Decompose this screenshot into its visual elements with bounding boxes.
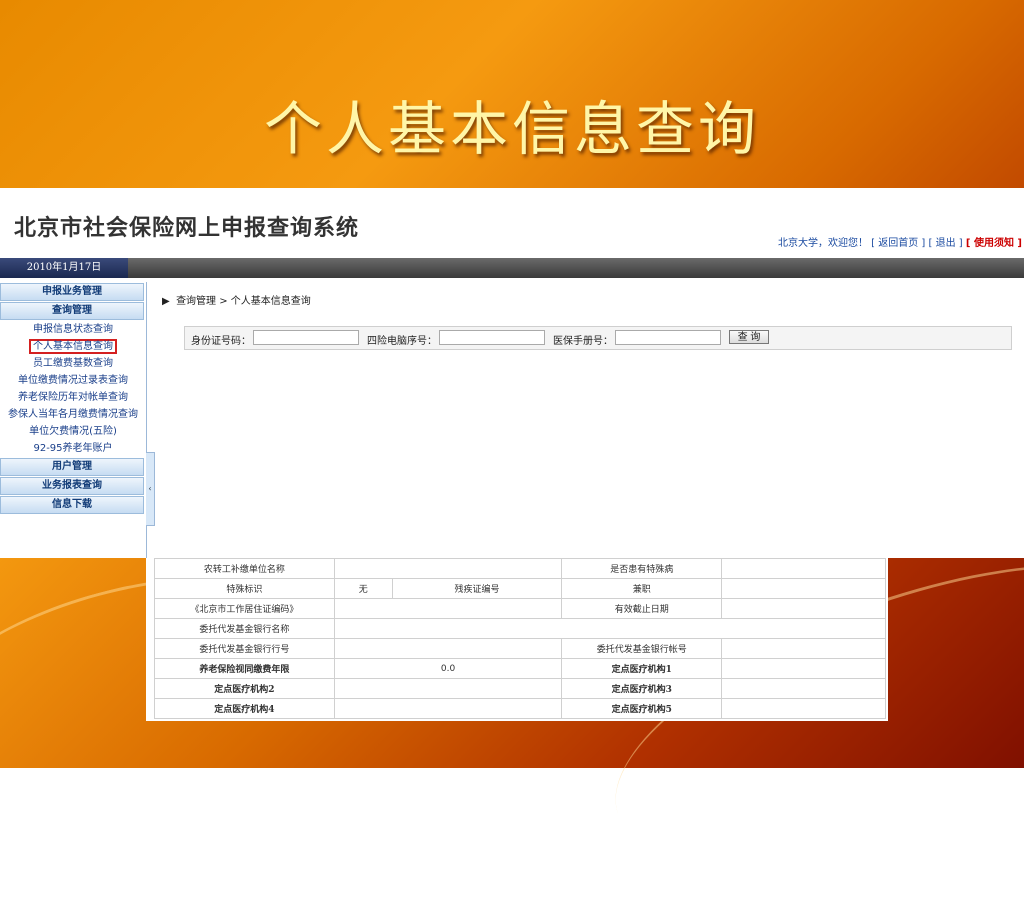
slide-title: 个人基本信息查询 [263, 95, 760, 163]
table-cell [333, 618, 887, 639]
sidebar-item-personal-info[interactable]: 个人基本信息查询 [0, 338, 146, 355]
sidebar: 申报业务管理 查询管理 申报信息状态查询 个人基本信息查询 员工缴费基数查询 单… [0, 282, 147, 558]
table-cell: 无 [333, 578, 393, 599]
breadcrumb-arrow-icon: ▶ [162, 296, 170, 307]
menu-section-users[interactable]: 用户管理 [0, 458, 144, 476]
sidebar-item-payment-base[interactable]: 员工缴费基数查询 [0, 355, 146, 372]
table-cell: 定点医疗机构5 [561, 698, 723, 719]
sidebar-item-monthly-payment[interactable]: 参保人当年各月缴费情况查询 [0, 406, 146, 423]
table-cell: 定点医疗机构3 [561, 678, 723, 699]
table-cell [721, 658, 886, 679]
sidebar-item-pension-statement[interactable]: 养老保险历年对帐单查询 [0, 389, 146, 406]
table-cell [721, 558, 886, 579]
sidebar-item-label: 员工缴费基数查询 [33, 358, 113, 369]
table-cell: 有效截止日期 [561, 598, 723, 619]
sidebar-item-unit-payment[interactable]: 单位缴费情况过录表查询 [0, 372, 146, 389]
pc-number-label: 四险电脑序号： [367, 336, 437, 347]
table-row: 定点医疗机构2 定点医疗机构3 [154, 678, 886, 699]
home-link[interactable]: [ 返回首页 ] [871, 238, 925, 249]
table-cell [721, 678, 886, 699]
table-cell: 《北京市工作居住证编码》 [154, 598, 335, 619]
table-cell: 定点医疗机构2 [154, 678, 335, 699]
table-cell: 委托代发基金银行帐号 [561, 638, 723, 659]
sidebar-item-pension-account[interactable]: 92-95养老年账户 [0, 440, 146, 457]
sidebar-item-label: 单位缴费情况过录表查询 [18, 375, 128, 386]
welcome-bar: 北京大学，欢迎您！ [ 返回首页 ] [ 退出 ] [ 使用须知 ] [778, 234, 1022, 249]
table-cell [333, 638, 563, 659]
table-cell: 委托代发基金银行行号 [154, 638, 335, 659]
current-date: 2010年1月17日 [0, 258, 128, 278]
table-cell: 兼职 [561, 578, 723, 599]
table-cell [333, 598, 563, 619]
id-number-input[interactable] [253, 330, 359, 345]
id-number-label: 身份证号码： [191, 336, 251, 347]
notice-link[interactable]: [ 使用须知 ] [966, 238, 1022, 249]
table-cell [721, 598, 886, 619]
menu-section-query[interactable]: 查询管理 [0, 302, 144, 320]
table-cell [721, 638, 886, 659]
sidebar-item-unit-arrears[interactable]: 单位欠费情况(五险) [0, 423, 146, 440]
chevron-left-icon: ‹ [148, 484, 152, 493]
sidebar-item-label: 参保人当年各月缴费情况查询 [8, 409, 138, 420]
table-row: 农转工补缴单位名称 是否患有特殊病 [154, 558, 886, 579]
sidebar-item-label: 92-95养老年账户 [33, 443, 113, 454]
breadcrumb-text: 查询管理 > 个人基本信息查询 [176, 296, 311, 307]
table-cell [721, 578, 886, 599]
app-window: 北京市社会保险网上申报查询系统 北京大学，欢迎您！ [ 返回首页 ] [ 退出 … [0, 188, 1024, 558]
info-table: 农转工补缴单位名称 是否患有特殊病 特殊标识无残疾证编号 兼职 《北京市工作居住证编码》… [154, 558, 887, 719]
menu-section-download[interactable]: 信息下载 [0, 496, 144, 514]
sidebar-item-declare-status[interactable]: 申报信息状态查询 [0, 321, 146, 338]
table-row: 委托代发基金银行行号 委托代发基金银行帐号 [154, 638, 886, 659]
sidebar-collapse-handle[interactable]: ‹ [146, 452, 155, 526]
date-bar: 2010年1月17日 [0, 258, 1024, 278]
sidebar-item-label: 申报信息状态查询 [33, 324, 113, 335]
table-cell: 特殊标识 [154, 578, 335, 599]
table-cell [333, 678, 563, 699]
table-cell: 定点医疗机构1 [561, 658, 723, 679]
app-logo: 北京市社会保险网上申报查询系统 [14, 216, 360, 241]
sidebar-item-label: 单位欠费情况(五险) [29, 426, 117, 437]
query-button[interactable]: 查 询 [729, 330, 769, 344]
info-panel: 农转工补缴单位名称 是否患有特殊病 特殊标识无残疾证编号 兼职 《北京市工作居住证编码》… [146, 558, 888, 721]
table-row: 《北京市工作居住证编码》 有效截止日期 [154, 598, 886, 619]
table-row: 委托代发基金银行名称 [154, 618, 887, 639]
logout-link[interactable]: [ 退出 ] [929, 238, 963, 249]
pc-number-input[interactable] [439, 330, 545, 345]
table-cell: 养老保险视同缴费年限 [154, 658, 335, 679]
table-row: 定点医疗机构4 定点医疗机构5 [154, 698, 886, 719]
table-cell [333, 698, 563, 719]
table-row: 特殊标识无残疾证编号 兼职 [154, 578, 886, 599]
welcome-text: 北京大学，欢迎您！ [777, 238, 868, 249]
table-cell: 0.0 [333, 658, 563, 679]
breadcrumb: ▶ 查询管理 > 个人基本信息查询 [162, 292, 311, 307]
table-cell: 残疾证编号 [391, 578, 563, 599]
med-number-label: 医保手册号： [553, 336, 613, 347]
table-cell: 是否患有特殊病 [561, 558, 723, 579]
sidebar-item-label: 养老保险历年对帐单查询 [18, 392, 128, 403]
table-cell: 委托代发基金银行名称 [154, 618, 335, 639]
table-cell [333, 558, 563, 579]
table-cell: 农转工补缴单位名称 [154, 558, 335, 579]
search-bar: 身份证号码： 四险电脑序号： 医保手册号： 查 询 [184, 326, 1012, 350]
table-cell: 定点医疗机构4 [154, 698, 335, 719]
table-row: 养老保险视同缴费年限 0.0 定点医疗机构1 [154, 658, 886, 679]
menu-section-declare[interactable]: 申报业务管理 [0, 283, 144, 301]
table-cell [721, 698, 886, 719]
menu-section-reports[interactable]: 业务报表查询 [0, 477, 144, 495]
med-number-input[interactable] [615, 330, 721, 345]
sidebar-item-label: 个人基本信息查询 [29, 339, 117, 354]
